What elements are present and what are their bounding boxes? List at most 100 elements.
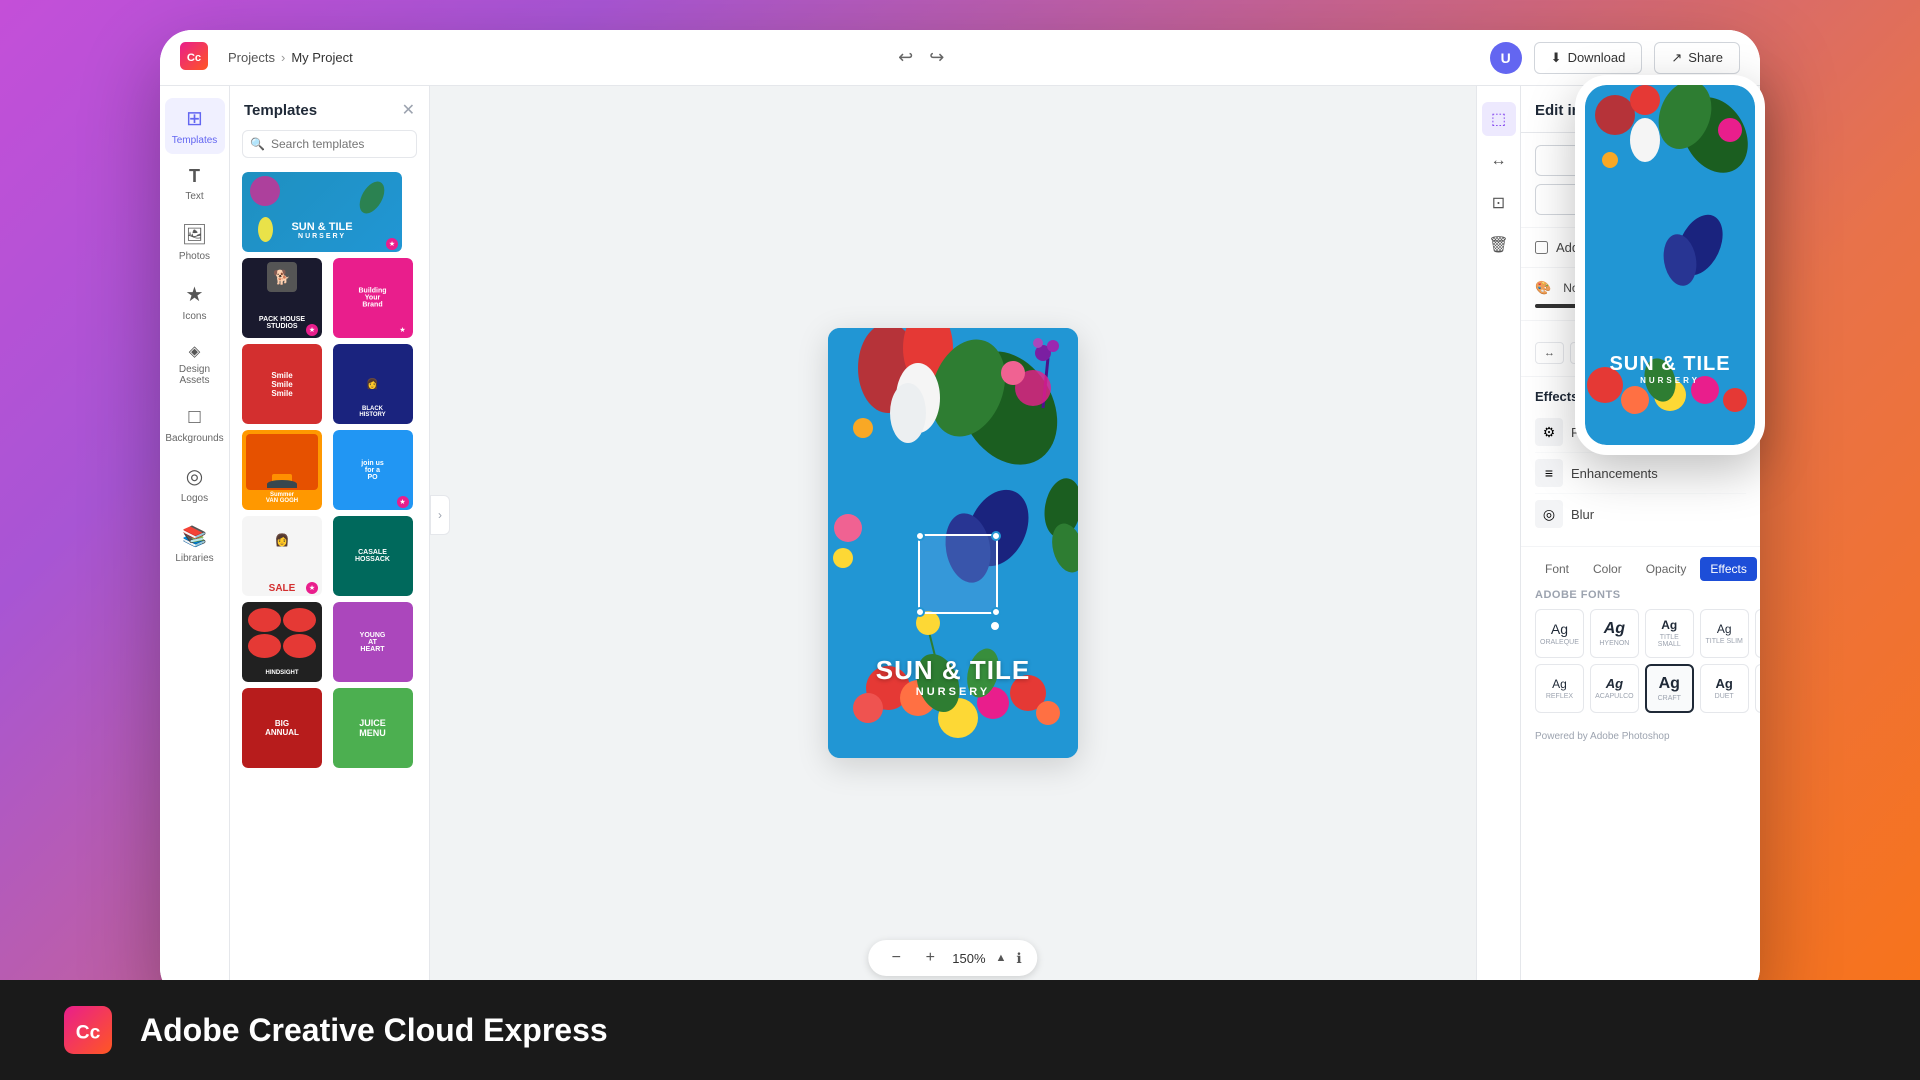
enhancements-row[interactable]: ≡ Enhancements bbox=[1535, 453, 1746, 494]
redo-button[interactable]: ↪ bbox=[929, 47, 944, 68]
font-swatch-4[interactable]: Ag DRAIN bbox=[1755, 609, 1760, 658]
phone-mockup: SUN & TILE NURSERY bbox=[1575, 75, 1765, 455]
blur-icon: ◎ bbox=[1535, 500, 1563, 528]
templates-panel-title: Templates bbox=[244, 102, 317, 119]
bottom-bar-title: Adobe Creative Cloud Express bbox=[140, 1012, 608, 1049]
canvas-area: SUN & TILE NURSERY − + 150% ▲ ℹ bbox=[430, 86, 1476, 1000]
enhancements-label: Enhancements bbox=[1571, 466, 1658, 481]
font-swatch-1[interactable]: Ag HYENON bbox=[1590, 609, 1639, 658]
canvas-design-title: SUN & TILE bbox=[828, 655, 1078, 686]
font-ag-6: Ag bbox=[1606, 676, 1623, 691]
template-item-9[interactable]: CASALEHOSSACK bbox=[333, 516, 413, 596]
sidebar-item-logos[interactable]: ◎ Logos bbox=[165, 456, 225, 512]
tab-opacity[interactable]: Opacity bbox=[1636, 557, 1697, 581]
toolbar-flip-button[interactable]: ↔ bbox=[1482, 144, 1516, 178]
tab-color[interactable]: Color bbox=[1583, 557, 1632, 581]
font-swatch-0[interactable]: Ag ORALEQUE bbox=[1535, 609, 1584, 658]
zoom-level: 150% bbox=[952, 951, 985, 966]
text-icon: T bbox=[189, 166, 200, 187]
template-item-3[interactable]: BuildingYourBrand ★ bbox=[333, 258, 413, 338]
sidebar-item-icons[interactable]: ★ Icons bbox=[165, 274, 225, 330]
font-name-0: ORALEQUE bbox=[1540, 639, 1579, 646]
sidebar-item-libraries-label: Libraries bbox=[175, 553, 213, 564]
sidebar-item-backgrounds[interactable]: □ Backgrounds bbox=[165, 398, 225, 452]
zoom-info-button[interactable]: ℹ bbox=[1016, 950, 1021, 967]
template-item-12[interactable]: BIGANNUAL bbox=[242, 688, 322, 768]
share-button[interactable]: ↗ Share bbox=[1654, 42, 1740, 74]
font-swatch-3[interactable]: Ag TITLE SLIM bbox=[1700, 609, 1749, 658]
download-label: Download bbox=[1568, 50, 1626, 65]
template-item-6[interactable]: SummerVAN GOGH bbox=[242, 430, 322, 510]
search-input[interactable] bbox=[242, 130, 417, 158]
font-swatch-8[interactable]: Ag DUET bbox=[1700, 664, 1749, 713]
tab-effects[interactable]: Effects bbox=[1700, 557, 1756, 581]
enhancements-icon: ≡ bbox=[1535, 459, 1563, 487]
breadcrumb-projects[interactable]: Projects bbox=[228, 50, 275, 65]
flip-h-button[interactable]: ↔ bbox=[1535, 342, 1564, 364]
font-ag-7: Ag bbox=[1659, 675, 1680, 693]
font-swatch-9[interactable]: Ag SUBTRACT bbox=[1755, 664, 1760, 713]
breadcrumb-sep: › bbox=[281, 50, 285, 65]
icons-icon: ★ bbox=[186, 282, 204, 307]
breadcrumb: Projects › My Project bbox=[228, 50, 353, 65]
template-item-8[interactable]: 👩 SALE ★ bbox=[242, 516, 322, 596]
font-swatch-6[interactable]: Ag ACAPULCO bbox=[1590, 664, 1639, 713]
download-button[interactable]: ⬇ Download bbox=[1534, 42, 1643, 74]
svg-text:Cc: Cc bbox=[76, 1023, 101, 1044]
templates-search-container: 🔍 bbox=[242, 130, 417, 158]
breadcrumb-current[interactable]: My Project bbox=[291, 50, 352, 65]
sidebar-item-templates-label: Templates bbox=[172, 135, 218, 146]
zoom-in-button[interactable]: + bbox=[918, 946, 942, 970]
toolbar-crop-button[interactable]: ⬚ bbox=[1482, 102, 1516, 136]
canvas-text-area: SUN & TILE NURSERY bbox=[828, 655, 1078, 698]
template-item-7[interactable]: join usfor aPO ★ bbox=[333, 430, 413, 510]
template-item-10[interactable]: HINDSIGHT bbox=[242, 602, 322, 682]
font-tabs: Font Color Opacity Effects bbox=[1521, 547, 1760, 581]
canvas-design[interactable]: SUN & TILE NURSERY bbox=[828, 328, 1078, 758]
toolbar-resize-button[interactable]: ⊡ bbox=[1482, 186, 1516, 220]
share-icon: ↗ bbox=[1671, 50, 1682, 66]
tab-font[interactable]: Font bbox=[1535, 557, 1579, 581]
template-item-2[interactable]: 🐕 PACK HOUSESTUDIOS ★ bbox=[242, 258, 322, 338]
sidebar-item-libraries[interactable]: 📚 Libraries bbox=[165, 516, 225, 572]
selection-handle-tl[interactable] bbox=[915, 531, 925, 541]
sidebar-item-templates[interactable]: ⊞ Templates bbox=[165, 98, 225, 154]
canvas-design-subtitle: NURSERY bbox=[828, 686, 1078, 698]
font-swatch-5[interactable]: Ag REFLEX bbox=[1535, 664, 1584, 713]
font-ag-2: Ag bbox=[1661, 618, 1677, 632]
zoom-out-button[interactable]: − bbox=[884, 946, 908, 970]
font-swatch-7[interactable]: Ag CRAFT bbox=[1645, 664, 1694, 713]
font-ag-1: Ag bbox=[1604, 620, 1625, 638]
design-assets-icon: ◈ bbox=[189, 342, 201, 360]
blur-row[interactable]: ◎ Blur bbox=[1535, 494, 1746, 534]
toolbar-delete-button[interactable]: 🗑 bbox=[1482, 228, 1516, 262]
blend-mode-icon: 🎨 bbox=[1535, 280, 1551, 296]
left-sidebar: ⊞ Templates T Text 🖼 Photos ★ Icons ◈ De… bbox=[160, 86, 230, 1000]
font-swatch-2[interactable]: Ag TITLE SMALL bbox=[1645, 609, 1694, 658]
add-to-bg-checkbox[interactable] bbox=[1535, 241, 1548, 254]
templates-icon: ⊞ bbox=[186, 106, 203, 131]
templates-close-button[interactable]: ✕ bbox=[402, 100, 415, 120]
zoom-dropdown-arrow[interactable]: ▲ bbox=[996, 952, 1007, 964]
zoom-bar: − + 150% ▲ ℹ bbox=[868, 940, 1037, 976]
blur-label: Blur bbox=[1571, 507, 1594, 522]
font-name-5: REFLEX bbox=[1546, 693, 1573, 700]
sidebar-item-design-assets[interactable]: ◈ Design Assets bbox=[165, 334, 225, 394]
sidebar-item-photos[interactable]: 🖼 Photos bbox=[165, 214, 225, 270]
font-name-2: TITLE SMALL bbox=[1650, 634, 1689, 648]
undo-button[interactable]: ↩ bbox=[898, 47, 913, 68]
template-item-13[interactable]: JUICEMENU bbox=[333, 688, 413, 768]
template-item-11[interactable]: YOUNGATHEART bbox=[333, 602, 413, 682]
phone-title: SUN & TILE bbox=[1585, 353, 1755, 376]
template-item-1[interactable]: SUN & TILE NURSERY ★ bbox=[242, 172, 402, 252]
sidebar-item-text[interactable]: T Text bbox=[165, 158, 225, 210]
phone-subtitle: NURSERY bbox=[1585, 376, 1755, 385]
avatar[interactable]: U bbox=[1490, 42, 1522, 74]
template-item-5[interactable]: 👩 BLACKHISTORY bbox=[333, 344, 413, 424]
app-logo: Cc bbox=[180, 42, 212, 74]
template-item-4[interactable]: SmileSmileSmile bbox=[242, 344, 322, 424]
selection-box[interactable] bbox=[918, 534, 998, 614]
font-ag-0: Ag bbox=[1551, 621, 1568, 637]
powered-by: Powered by Adobe Photoshop bbox=[1521, 723, 1760, 750]
panel-collapse-button[interactable]: › bbox=[430, 495, 450, 535]
